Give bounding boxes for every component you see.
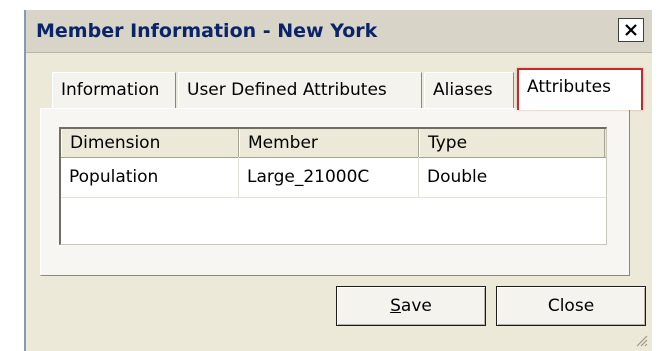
tab-attributes[interactable]: Attributes: [517, 68, 643, 110]
cell-type[interactable]: Double: [419, 157, 605, 197]
column-header-member[interactable]: Member: [239, 129, 419, 157]
save-accesskey: S: [390, 296, 401, 316]
title-bar[interactable]: Member Information - New York: [26, 10, 652, 53]
save-button[interactable]: Save: [336, 286, 486, 326]
close-button-label: Close: [547, 296, 595, 316]
attributes-grid: Dimension Member Type Population Large_2…: [59, 127, 607, 245]
tab-user-defined-attributes[interactable]: User Defined Attributes: [178, 72, 422, 108]
tab-information[interactable]: Information: [52, 72, 176, 108]
attributes-tab-panel: Dimension Member Type Population Large_2…: [40, 108, 630, 276]
dialog-title: Member Information - New York: [36, 20, 378, 42]
cell-dimension[interactable]: Population: [61, 157, 239, 197]
save-label-rest: ave: [400, 296, 432, 316]
resize-grip-icon[interactable]: [634, 333, 648, 347]
column-header-dimension[interactable]: Dimension: [61, 129, 239, 157]
column-header-type[interactable]: Type: [419, 129, 605, 157]
cell-member[interactable]: Large_21000C: [239, 157, 419, 197]
tab-aliases-label: Aliases: [433, 80, 493, 100]
close-button[interactable]: Close: [496, 286, 646, 326]
tab-aliases[interactable]: Aliases: [424, 72, 514, 108]
grid-header: Dimension Member Type: [61, 129, 606, 158]
tab-user-defined-attributes-label: User Defined Attributes: [187, 80, 387, 100]
tab-information-label: Information: [61, 80, 160, 100]
close-icon[interactable]: [618, 18, 644, 42]
member-information-dialog: Member Information - New York Informatio…: [24, 10, 652, 351]
table-row[interactable]: Population Large_21000C Double: [61, 157, 606, 198]
tab-attributes-label: Attributes: [527, 77, 611, 97]
